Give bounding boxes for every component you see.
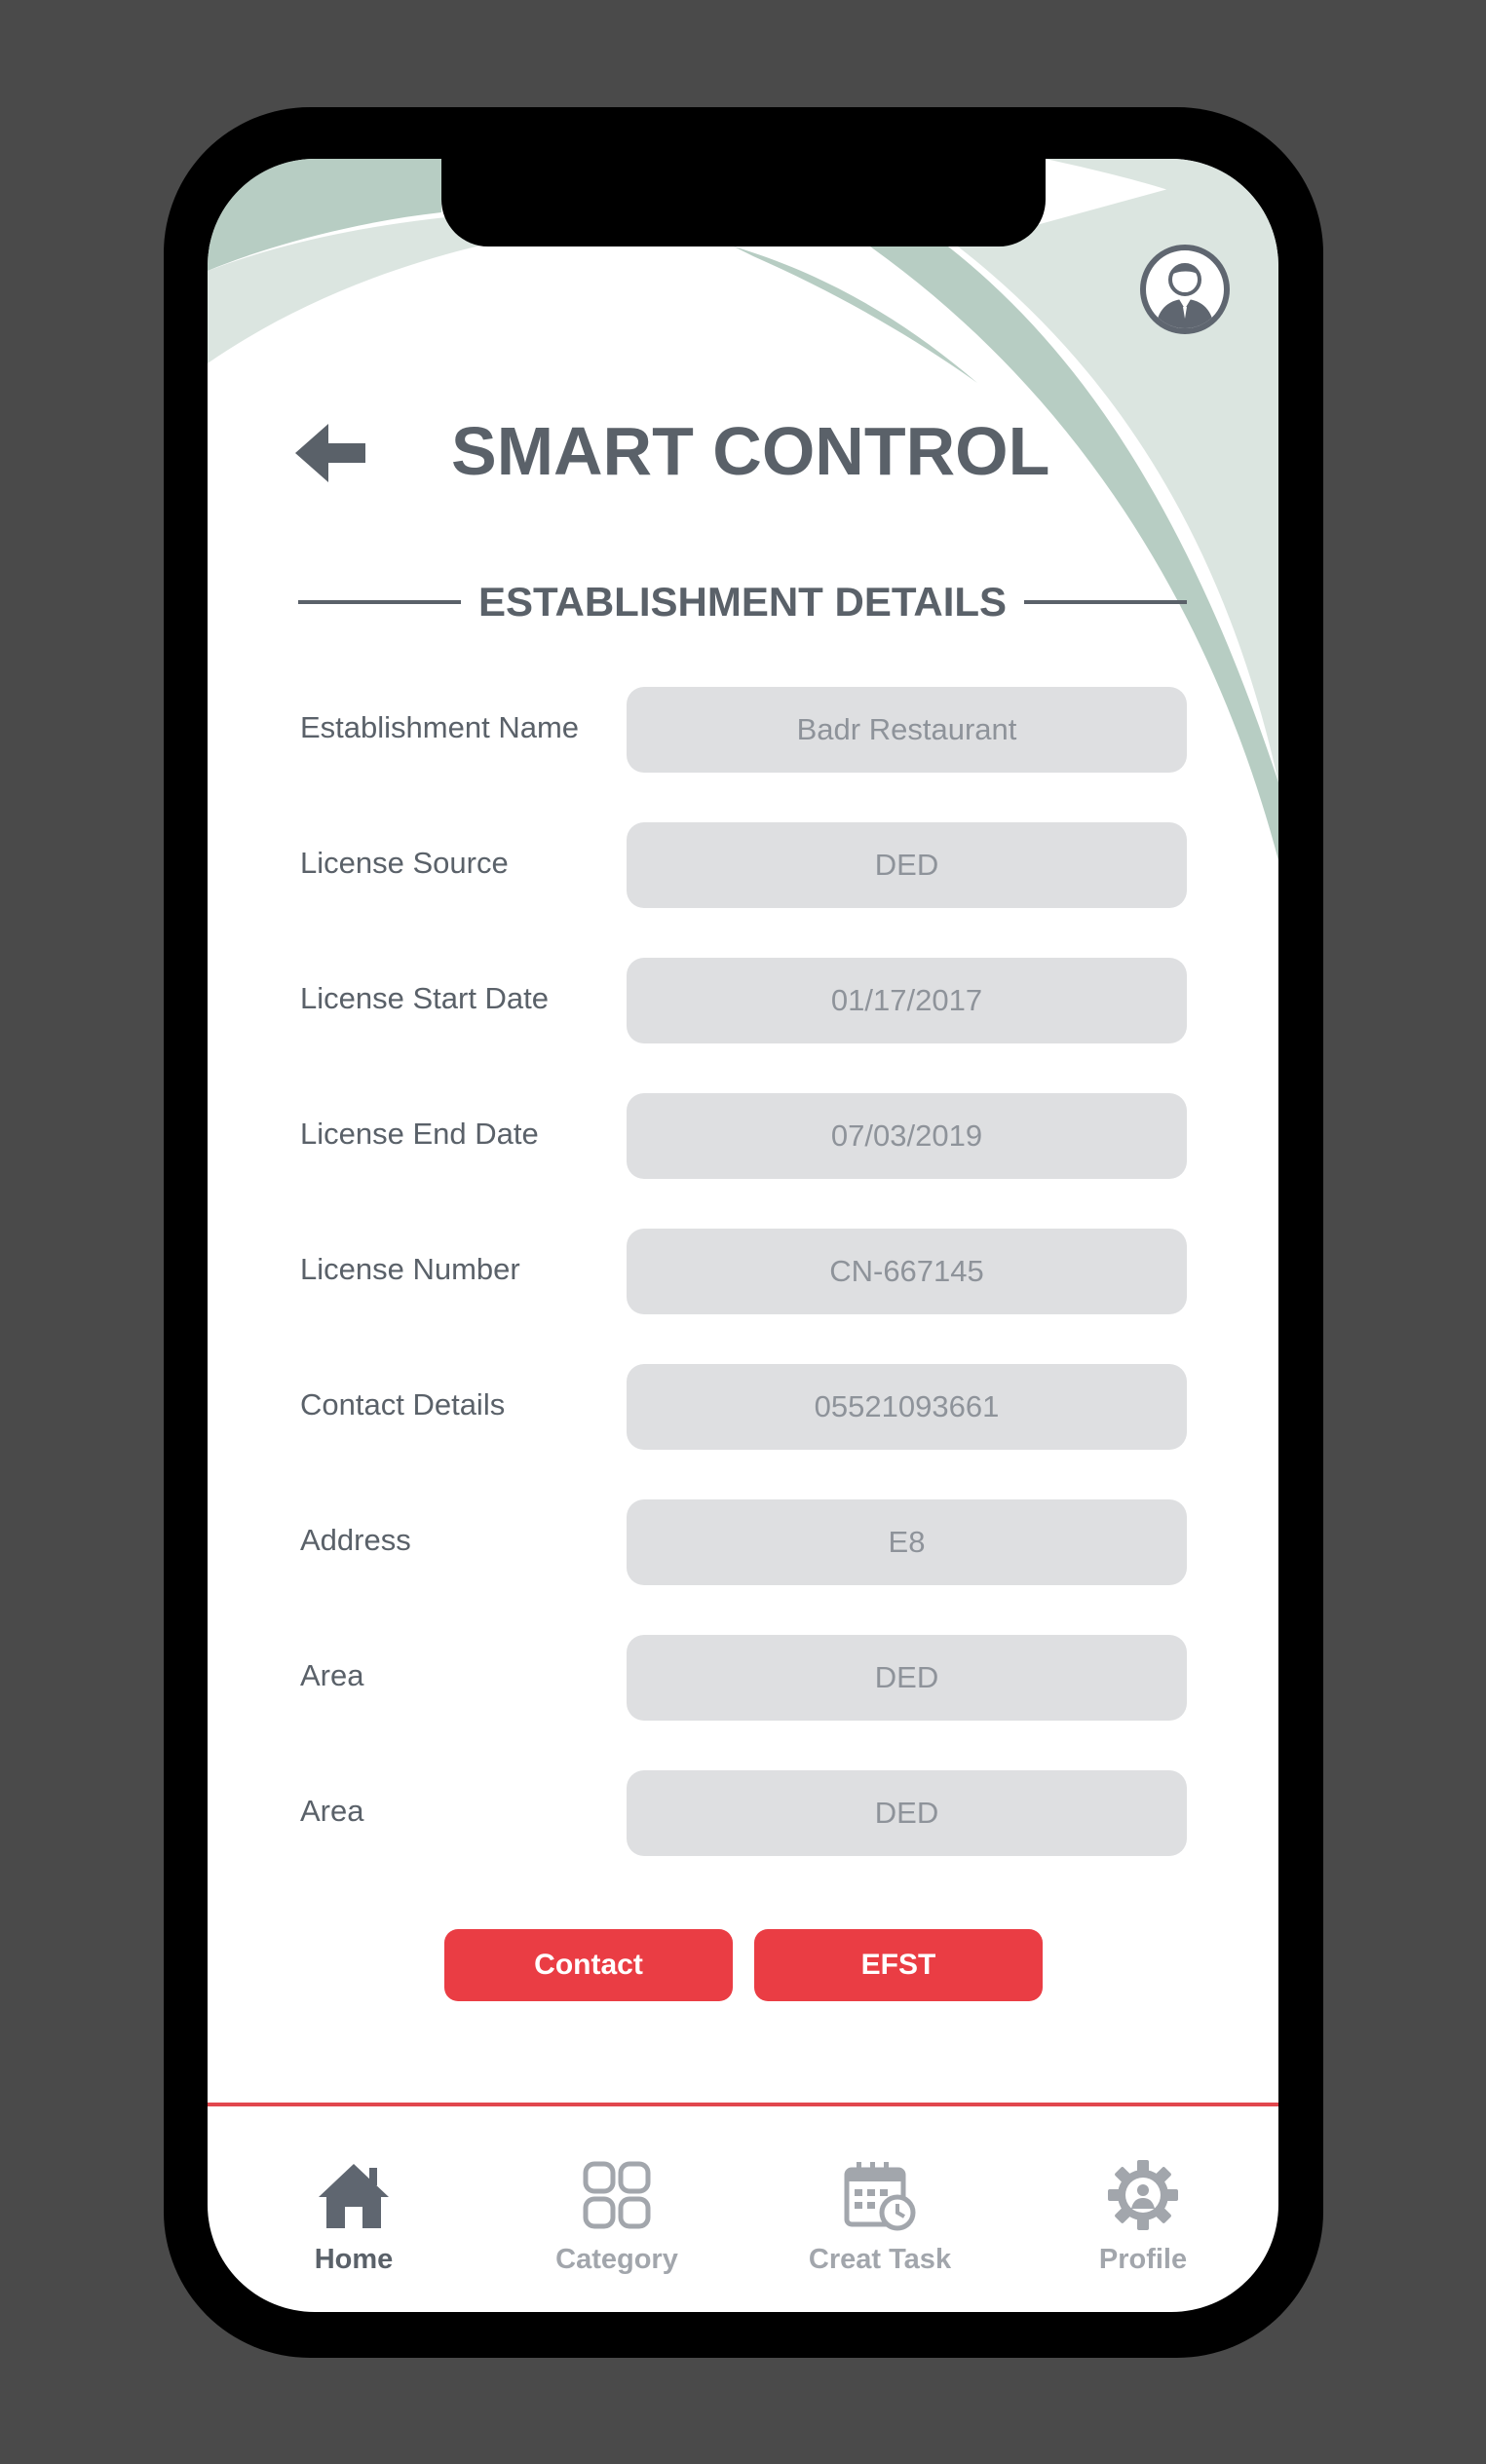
- calendar-clock-icon: [844, 2162, 916, 2231]
- bottom-navigation: Home Category Creat Task Profile: [208, 2156, 1278, 2293]
- device-notch: [441, 159, 1046, 246]
- form-row-establishment-name: Establishment Name: [300, 687, 1187, 773]
- field-label: License Start Date: [300, 981, 550, 1015]
- form-row-license-end-date: License End Date: [300, 1093, 1187, 1179]
- form-row-license-start-date: License Start Date: [300, 958, 1187, 1043]
- form-row-address: Address: [300, 1499, 1187, 1585]
- form-row-area: Area: [300, 1635, 1187, 1721]
- address-field[interactable]: [627, 1499, 1187, 1585]
- field-label: Contact Details: [300, 1387, 506, 1422]
- establishment-name-field[interactable]: [627, 687, 1187, 773]
- form-row-contact-details: Contact Details: [300, 1364, 1187, 1450]
- back-button[interactable]: [295, 424, 371, 482]
- user-avatar-icon-glyph: [1156, 263, 1214, 328]
- action-buttons: Contact EFST: [444, 1929, 1048, 2001]
- contact-details-field[interactable]: [627, 1364, 1187, 1450]
- section-divider-left: [298, 600, 461, 604]
- category-grid-icon: [583, 2161, 651, 2229]
- nav-item-home[interactable]: Home: [256, 2156, 451, 2293]
- form-row-license-source: License Source: [300, 822, 1187, 908]
- nav-item-creat-task[interactable]: Creat Task: [782, 2156, 977, 2293]
- field-label: License Source: [300, 846, 509, 880]
- form-row-area-2: Area: [300, 1770, 1187, 1856]
- efst-button[interactable]: EFST: [754, 1929, 1043, 2001]
- page-title: SMART CONTROL: [451, 413, 1050, 489]
- gear-user-icon: [1108, 2160, 1178, 2230]
- app-screen: SMART CONTROL ESTABLISHMENT DETAILS Esta…: [208, 159, 1278, 2312]
- user-avatar-icon[interactable]: [1140, 245, 1230, 334]
- section-header: ESTABLISHMENT DETAILS: [298, 573, 1188, 631]
- license-number-field[interactable]: [627, 1229, 1187, 1314]
- field-label: License End Date: [300, 1117, 539, 1151]
- home-icon: [319, 2164, 389, 2228]
- contact-button[interactable]: Contact: [444, 1929, 733, 2001]
- field-label: Area: [300, 1658, 364, 1692]
- field-label: Area: [300, 1794, 364, 1828]
- nav-label-category: Category: [555, 2244, 678, 2275]
- nav-divider: [208, 2103, 1278, 2106]
- phone-frame: SMART CONTROL ESTABLISHMENT DETAILS Esta…: [164, 107, 1323, 2358]
- field-label: License Number: [300, 1252, 520, 1286]
- field-label: Establishment Name: [300, 710, 580, 744]
- license-end-date-field[interactable]: [627, 1093, 1187, 1179]
- nav-label-creat-task: Creat Task: [808, 2244, 952, 2275]
- app-header: SMART CONTROL: [295, 402, 1192, 500]
- form-row-license-number: License Number: [300, 1229, 1187, 1314]
- field-label: Address: [300, 1523, 411, 1557]
- establishment-form: Establishment Name License Source Licens…: [300, 687, 1187, 1906]
- license-start-date-field[interactable]: [627, 958, 1187, 1043]
- nav-item-category[interactable]: Category: [519, 2156, 714, 2293]
- area-field-2[interactable]: [627, 1770, 1187, 1856]
- section-title: ESTABLISHMENT DETAILS: [477, 579, 1008, 625]
- section-divider-right: [1024, 600, 1188, 604]
- area-field[interactable]: [627, 1635, 1187, 1721]
- nav-label-home: Home: [314, 2244, 394, 2275]
- license-source-field[interactable]: [627, 822, 1187, 908]
- nav-label-profile: Profile: [1098, 2244, 1188, 2275]
- nav-item-profile[interactable]: Profile: [1046, 2156, 1240, 2293]
- back-arrow-icon: [295, 424, 365, 482]
